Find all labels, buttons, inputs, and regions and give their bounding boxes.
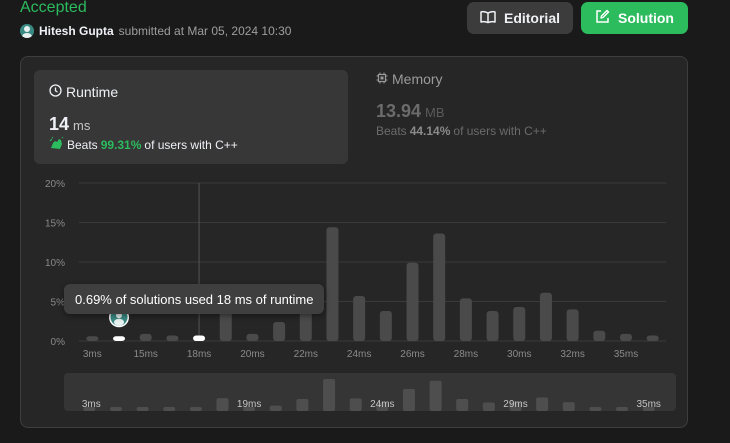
chart-bar bbox=[139, 333, 152, 341]
brush-bar bbox=[136, 407, 149, 411]
chart-bar bbox=[646, 335, 659, 341]
x-tick-label: 22ms bbox=[294, 349, 318, 360]
brush-bar bbox=[216, 398, 229, 411]
x-tick-label: 26ms bbox=[400, 349, 424, 360]
chart-tooltip: 0.69% of solutions used 18 ms of runtime bbox=[64, 284, 325, 314]
brush-bar bbox=[589, 407, 602, 411]
chart-bar bbox=[566, 309, 579, 341]
x-tick-label: 24ms bbox=[347, 349, 371, 360]
brush-bar bbox=[562, 402, 575, 411]
brush-bar bbox=[323, 379, 336, 411]
submitter-info: Hitesh Gupta submitted at Mar 05, 2024 1… bbox=[20, 24, 291, 38]
status-accepted: Accepted bbox=[20, 0, 87, 16]
brush-bar bbox=[189, 407, 202, 411]
chart-bar bbox=[379, 310, 392, 341]
brush-bar bbox=[482, 402, 495, 411]
brush-bar bbox=[402, 389, 415, 411]
editorial-label: Editorial bbox=[503, 10, 560, 26]
editorial-button[interactable]: Editorial bbox=[467, 2, 573, 34]
brush-bar bbox=[269, 405, 282, 411]
chart-bar bbox=[193, 335, 206, 341]
chart-bar bbox=[539, 292, 552, 341]
brush-tick-label: 35ms bbox=[636, 399, 660, 410]
x-tick-label: 32ms bbox=[560, 349, 584, 360]
chart-bar bbox=[593, 330, 606, 341]
brush-bar bbox=[349, 398, 362, 411]
chart-bar bbox=[273, 322, 286, 341]
tooltip-text: 0.69% of solutions used 18 ms of runtime bbox=[75, 291, 314, 307]
x-tick-label: 20ms bbox=[240, 349, 264, 360]
brush-bar bbox=[616, 407, 629, 411]
y-tick-label: 10% bbox=[45, 258, 65, 269]
brush-bar bbox=[429, 380, 442, 411]
submission-stats-card: Runtime 14 ms Beats 99.31% of users with … bbox=[20, 56, 688, 428]
chart-bar bbox=[246, 333, 259, 341]
brush-bar bbox=[109, 407, 122, 411]
chart-bar bbox=[619, 333, 632, 341]
brush-tick-label: 24ms bbox=[370, 399, 394, 410]
x-tick-label: 15ms bbox=[133, 349, 157, 360]
brush-bar bbox=[536, 397, 549, 411]
chart-bar bbox=[113, 336, 126, 341]
x-tick-label: 3ms bbox=[83, 349, 102, 360]
chart-bar bbox=[513, 307, 526, 341]
edit-icon bbox=[595, 9, 610, 27]
author-name[interactable]: Hitesh Gupta bbox=[39, 24, 114, 38]
brush-bar bbox=[456, 399, 469, 411]
y-tick-label: 5% bbox=[51, 298, 66, 309]
user-marker-body bbox=[114, 318, 125, 326]
brush-tick-label: 29ms bbox=[503, 399, 527, 410]
chart-bar bbox=[326, 227, 339, 341]
brush-bar bbox=[296, 399, 309, 411]
x-tick-label: 18ms bbox=[187, 349, 211, 360]
x-tick-label: 30ms bbox=[507, 349, 531, 360]
solution-label: Solution bbox=[618, 10, 674, 26]
solution-button[interactable]: Solution bbox=[581, 2, 688, 34]
chart-bar bbox=[433, 233, 446, 341]
avatar[interactable] bbox=[20, 24, 34, 38]
runtime-distribution-chart[interactable]: 20% 15% 10% 5% 0% 3ms 15ms 18ms 20ms 22ms 24ms 26ms… bbox=[21, 57, 687, 427]
y-tick-label: 15% bbox=[45, 219, 65, 230]
chart-bar bbox=[406, 262, 419, 341]
chart-bar bbox=[86, 336, 99, 341]
brush-tick-label: 19ms bbox=[237, 399, 261, 410]
submitted-text: submitted at Mar 05, 2024 10:30 bbox=[118, 24, 292, 38]
brush-bar bbox=[163, 407, 176, 411]
y-tick-label: 0% bbox=[51, 337, 66, 348]
chart-bar bbox=[486, 310, 499, 341]
x-tick-label: 28ms bbox=[454, 349, 478, 360]
book-icon bbox=[480, 10, 496, 27]
y-tick-label: 20% bbox=[45, 179, 65, 190]
chart-bar bbox=[166, 335, 179, 341]
chart-bar bbox=[459, 298, 472, 341]
brush-tick-label: 3ms bbox=[82, 399, 101, 410]
chart-bar bbox=[353, 295, 366, 341]
x-tick-label: 35ms bbox=[614, 349, 638, 360]
